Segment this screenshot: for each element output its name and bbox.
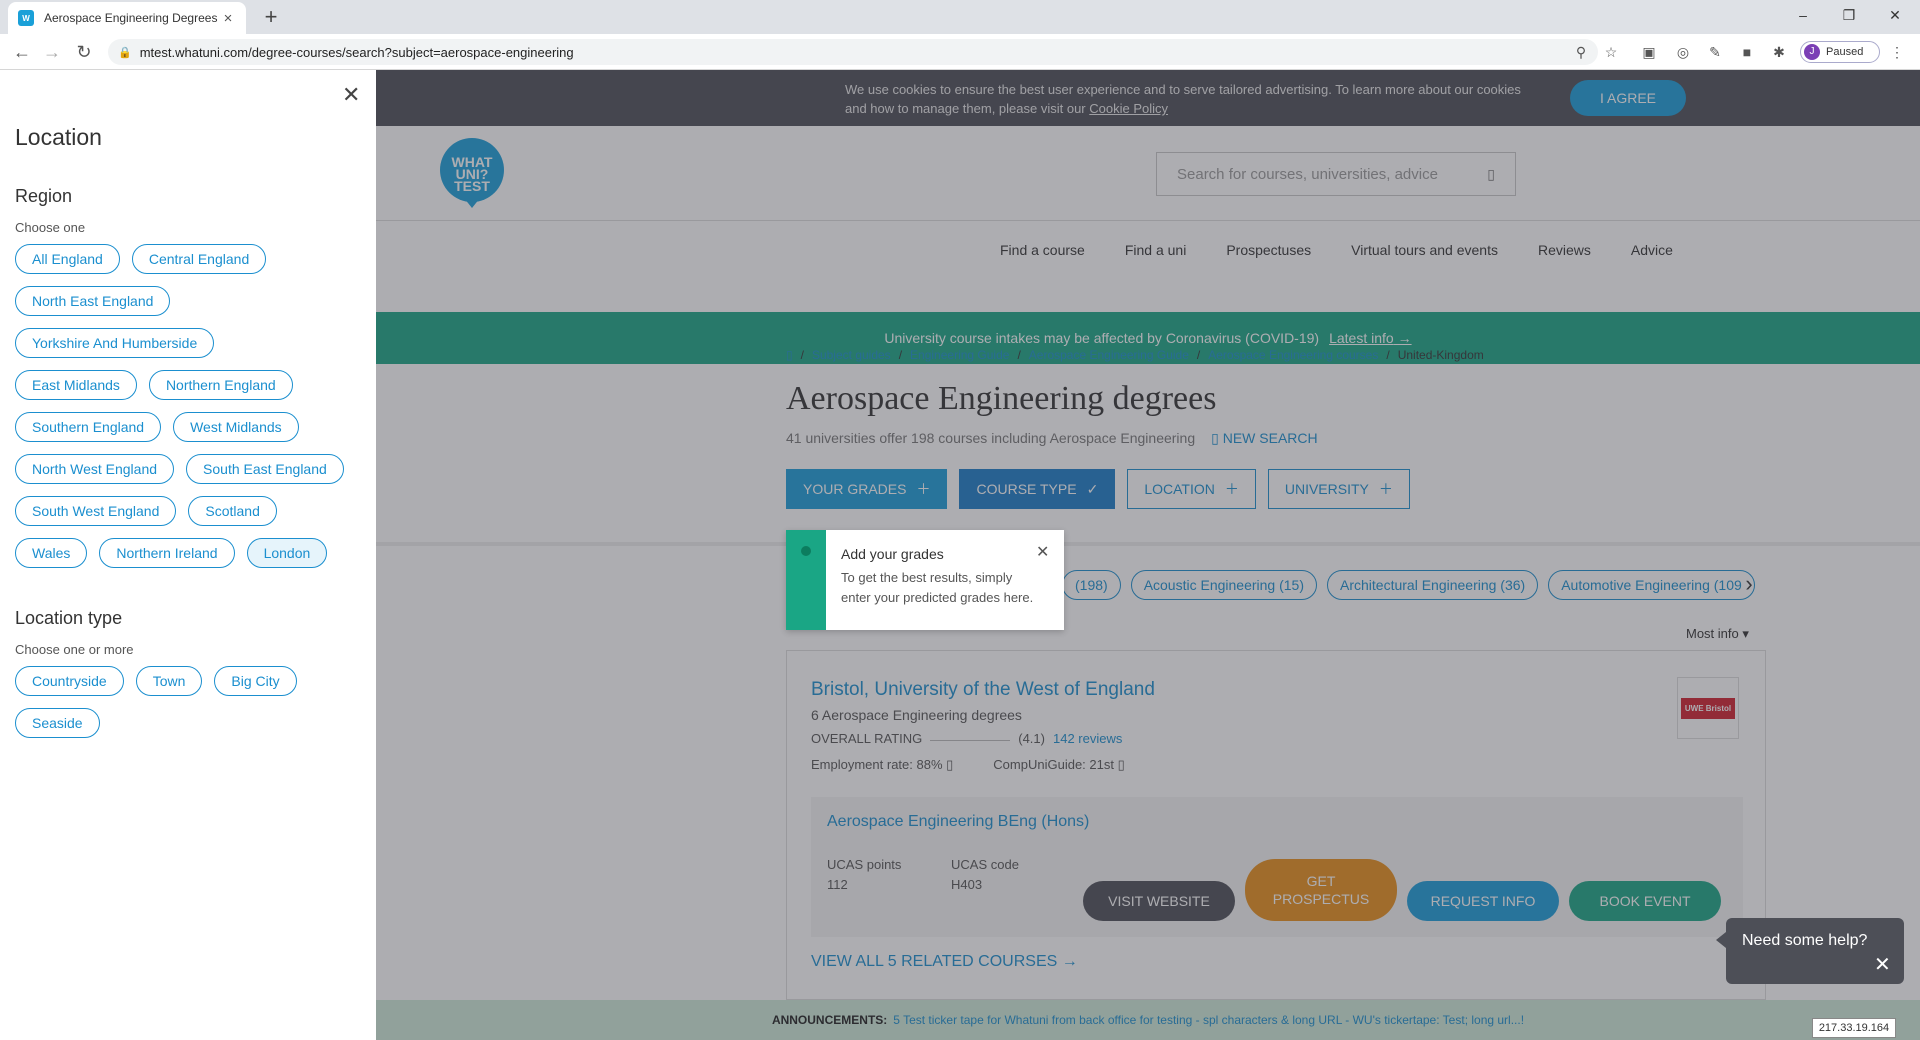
browser-tab[interactable]: W Aerospace Engineering Degrees · × [8, 2, 246, 34]
region-option[interactable]: Wales [15, 538, 88, 568]
browser-toolbar: ← → ↻ 🔒 mtest.whatuni.com/degree-courses… [0, 34, 1920, 70]
location-type-option[interactable]: Big City [214, 666, 297, 696]
window-close-icon[interactable]: ✕ [1872, 0, 1918, 30]
region-option[interactable]: All England [15, 244, 120, 274]
region-row: Southern England West Midlands [15, 412, 299, 442]
back-icon[interactable]: ← [10, 40, 34, 64]
region-row: All England Central England [15, 244, 267, 274]
region-option[interactable]: Northern Ireland [99, 538, 235, 568]
location-filter-panel: ✕ Location Region Choose one All England… [0, 70, 376, 1040]
address-bar[interactable]: 🔒 mtest.whatuni.com/degree-courses/searc… [108, 39, 1598, 65]
bookmark-star-icon[interactable]: ☆ [1602, 43, 1620, 61]
page-viewport: We use cookies to ensure the best user e… [0, 70, 1920, 1040]
avatar: J [1804, 44, 1820, 60]
puzzle-icon[interactable]: ✱ [1770, 43, 1788, 61]
minimize-icon[interactable]: – [1780, 0, 1826, 30]
region-option[interactable]: West Midlands [173, 412, 299, 442]
region-row: North East England [15, 286, 171, 316]
location-type-hint: Choose one or more [15, 642, 134, 657]
tab-title: Aerospace Engineering Degrees · [44, 11, 220, 25]
lock-icon: 🔒 [118, 46, 132, 59]
panel-title: Location [15, 124, 102, 150]
region-row: Wales Northern Ireland London [15, 538, 328, 568]
region-option[interactable]: South West England [15, 496, 177, 526]
url-text: mtest.whatuni.com/degree-courses/search?… [139, 44, 574, 60]
tooltip-body: To get the best results, simply enter yo… [841, 570, 1034, 605]
region-option[interactable]: North West England [15, 454, 175, 484]
region-option[interactable]: North East England [15, 286, 171, 316]
browser-tabbar: W Aerospace Engineering Degrees · × + – … [0, 0, 1920, 34]
location-type-option[interactable]: Town [135, 666, 203, 696]
region-option[interactable]: East Midlands [15, 370, 137, 400]
tooltip-dot-icon [801, 546, 811, 556]
region-option[interactable]: Central England [131, 244, 267, 274]
tooltip-close-icon[interactable]: ✕ [1036, 542, 1049, 562]
modal-backdrop[interactable] [376, 70, 1920, 1040]
region-option[interactable]: Yorkshire And Humberside [15, 328, 215, 358]
location-type-heading: Location type [15, 608, 123, 628]
ip-address: 217.33.19.164 [1812, 1018, 1896, 1038]
region-option[interactable]: South East England [186, 454, 344, 484]
region-option-selected[interactable]: London [246, 538, 328, 568]
region-row: North West England South East England [15, 454, 344, 484]
extension-icon[interactable]: ▣ [1640, 43, 1658, 61]
tooltip-accent [786, 530, 826, 630]
site-favicon-icon: W [18, 10, 34, 26]
help-widget[interactable]: Need some help? ✕ [1716, 918, 1904, 984]
page: We use cookies to ensure the best user e… [0, 70, 1920, 1040]
forward-icon[interactable]: → [40, 40, 64, 64]
location-type-option[interactable]: Countryside [15, 666, 124, 696]
region-row: Yorkshire And Humberside [15, 328, 215, 358]
grades-tooltip: Add your grades To get the best results,… [786, 530, 1064, 630]
region-row: East Midlands Northern England [15, 370, 293, 400]
region-row: South West England Scotland [15, 496, 277, 526]
profile-button[interactable]: J Paused [1800, 41, 1880, 63]
help-tail [1716, 932, 1726, 948]
region-heading: Region [15, 186, 73, 206]
close-icon[interactable]: ✕ [342, 82, 360, 108]
region-option[interactable]: Northern England [148, 370, 293, 400]
extension-icon[interactable]: ◎ [1674, 43, 1692, 61]
extension-icon[interactable]: ■ [1738, 43, 1756, 61]
location-type-option[interactable]: Seaside [15, 708, 100, 738]
help-close-icon[interactable]: ✕ [1874, 952, 1891, 977]
restore-icon[interactable]: ❐ [1826, 0, 1872, 30]
region-option[interactable]: Scotland [188, 496, 277, 526]
region-hint: Choose one [15, 220, 86, 235]
tooltip-title: Add your grades [841, 546, 944, 562]
location-type-row: Seaside [15, 708, 100, 738]
region-option[interactable]: Southern England [15, 412, 162, 442]
menu-icon[interactable]: ⋮ [1888, 43, 1906, 61]
location-icon[interactable]: ⚲ [1572, 43, 1590, 61]
new-tab-icon[interactable]: + [258, 4, 284, 30]
location-type-row: Countryside Town Big City [15, 666, 297, 696]
help-text: Need some help? [1742, 932, 1868, 949]
tab-close-icon[interactable]: × [220, 10, 236, 27]
extension-icon[interactable]: ✎ [1706, 43, 1724, 61]
reload-icon[interactable]: ↻ [72, 40, 96, 64]
profile-status: Paused [1826, 46, 1864, 58]
